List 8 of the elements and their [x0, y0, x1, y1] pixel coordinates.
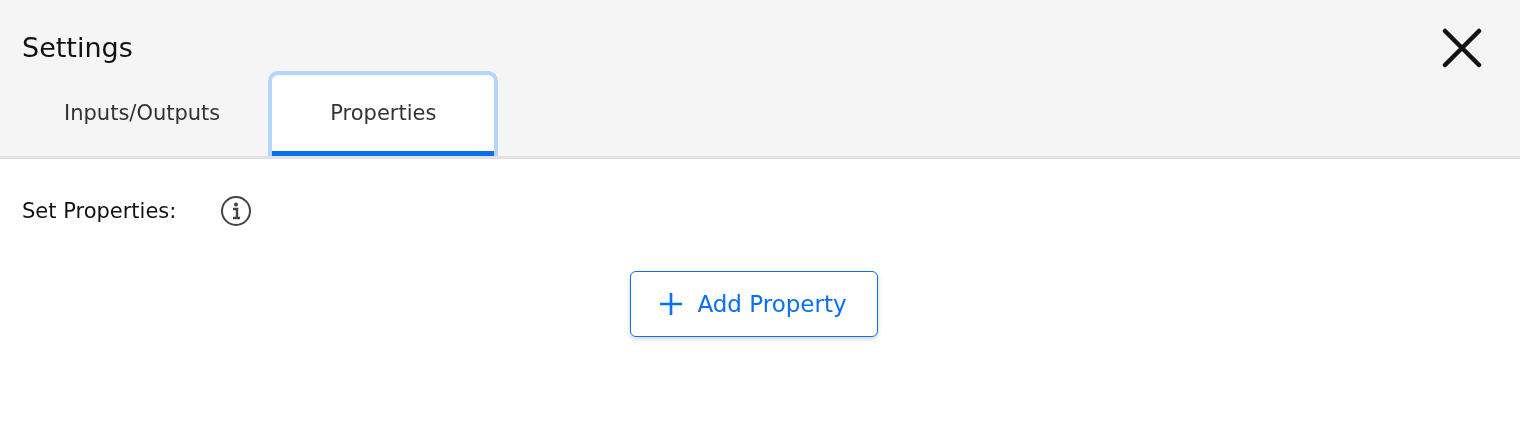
plus-icon [659, 292, 684, 316]
window-title: Settings [22, 32, 133, 63]
info-icon[interactable] [220, 195, 253, 227]
tab[interactable]: Properties [268, 71, 499, 156]
add-property-button[interactable]: Add Property [630, 271, 878, 337]
tab[interactable]: Inputs/Outputs [20, 71, 265, 156]
close-icon[interactable] [1442, 27, 1482, 68]
section-label: Set Properties: [22, 199, 177, 223]
